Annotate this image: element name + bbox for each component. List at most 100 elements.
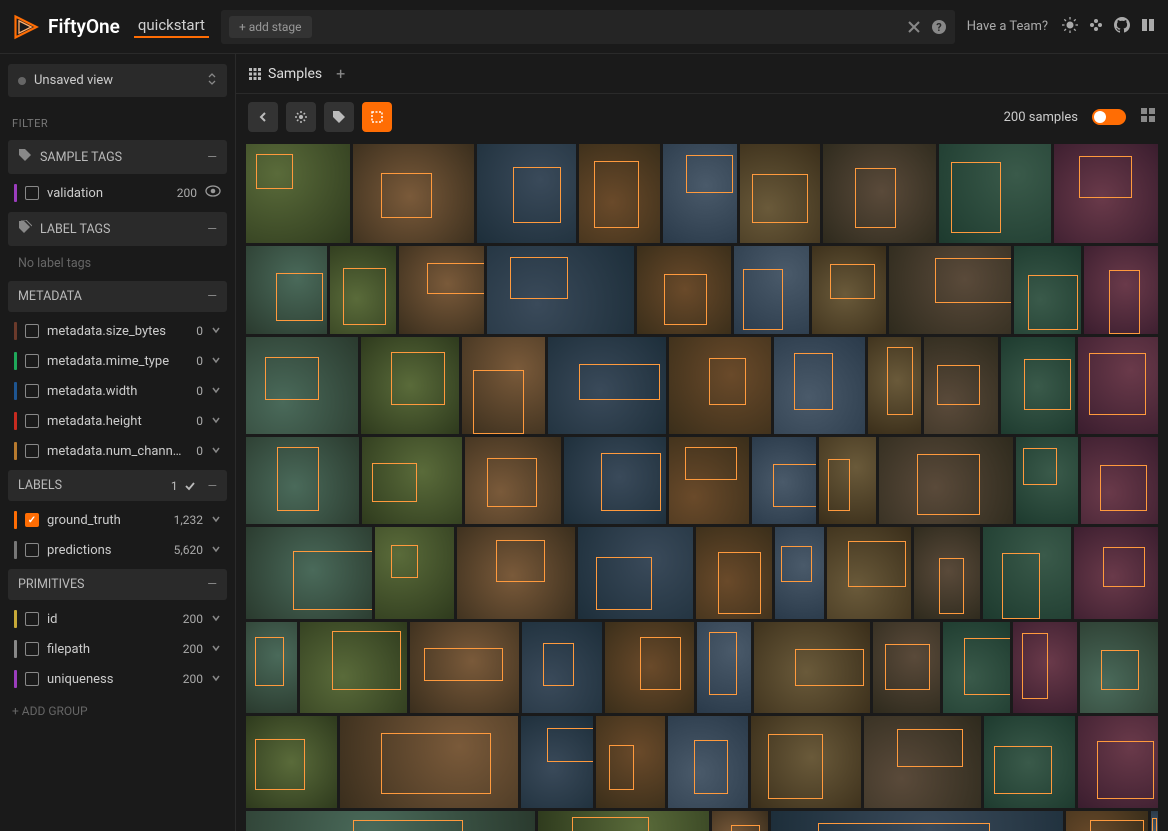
sample-thumbnail[interactable] bbox=[775, 527, 824, 619]
sample-thumbnail[interactable] bbox=[477, 144, 575, 243]
sample-thumbnail[interactable] bbox=[1074, 527, 1158, 619]
sample-thumbnail[interactable] bbox=[1016, 437, 1078, 524]
sample-thumbnail[interactable] bbox=[939, 144, 1051, 243]
chevron-down-icon[interactable] bbox=[211, 325, 221, 338]
sample-thumbnail[interactable] bbox=[538, 811, 709, 831]
sample-thumbnail[interactable] bbox=[246, 527, 372, 619]
dataset-tab[interactable]: quickstart bbox=[134, 16, 209, 38]
chevron-down-icon[interactable] bbox=[211, 643, 221, 656]
field-row[interactable]: metadata.height0 bbox=[8, 406, 227, 436]
sample-thumbnail[interactable] bbox=[579, 144, 660, 243]
checkbox[interactable] bbox=[25, 324, 39, 338]
sample-thumbnail[interactable] bbox=[462, 337, 545, 434]
chevron-down-icon[interactable] bbox=[211, 613, 221, 626]
sample-thumbnail[interactable] bbox=[669, 337, 771, 434]
sample-thumbnail[interactable] bbox=[1001, 337, 1074, 434]
sample-thumbnail[interactable] bbox=[246, 437, 359, 524]
sample-thumbnail[interactable] bbox=[754, 622, 870, 713]
sample-thumbnail[interactable] bbox=[1013, 622, 1078, 713]
checkbox[interactable] bbox=[25, 642, 39, 656]
sample-thumbnail[interactable] bbox=[353, 144, 474, 243]
sample-thumbnail[interactable] bbox=[637, 246, 732, 334]
team-link[interactable]: Have a Team? bbox=[967, 19, 1048, 34]
sample-thumbnail[interactable] bbox=[914, 527, 981, 619]
sample-thumbnail[interactable] bbox=[774, 337, 865, 434]
sample-thumbnail[interactable] bbox=[457, 527, 575, 619]
collapse-icon[interactable]: — bbox=[207, 222, 217, 237]
checkbox[interactable] bbox=[25, 384, 39, 398]
sample-thumbnail[interactable] bbox=[246, 716, 337, 808]
visibility-icon[interactable] bbox=[205, 185, 221, 201]
sample-thumbnail[interactable] bbox=[668, 716, 748, 808]
sample-thumbnail[interactable] bbox=[1014, 246, 1081, 334]
sample-thumbnail[interactable] bbox=[1078, 716, 1158, 808]
view-selector[interactable]: Unsaved view bbox=[8, 64, 227, 97]
sample-thumbnail[interactable] bbox=[246, 622, 297, 713]
sample-thumbnail[interactable] bbox=[340, 716, 518, 808]
stage-bar[interactable]: + add stage ? bbox=[221, 10, 955, 44]
sample-thumbnail[interactable] bbox=[596, 716, 666, 808]
sample-grid[interactable] bbox=[236, 140, 1168, 831]
field-row[interactable]: metadata.size_bytes0 bbox=[8, 316, 227, 346]
chevron-down-icon[interactable] bbox=[211, 355, 221, 368]
checkbox[interactable] bbox=[25, 612, 39, 626]
sample-thumbnail[interactable] bbox=[827, 527, 911, 619]
theme-icon[interactable] bbox=[1062, 17, 1078, 37]
field-row[interactable]: ground_truth1,232 bbox=[8, 505, 227, 535]
sample-thumbnail[interactable] bbox=[605, 622, 694, 713]
sample-thumbnail[interactable] bbox=[246, 811, 535, 831]
sample-thumbnail[interactable] bbox=[1151, 811, 1158, 831]
sample-thumbnail[interactable] bbox=[410, 622, 520, 713]
field-row[interactable]: metadata.mime_type0 bbox=[8, 346, 227, 376]
sample-thumbnail[interactable] bbox=[399, 246, 484, 334]
field-row[interactable]: id200 bbox=[8, 604, 227, 634]
sample-thumbnail[interactable] bbox=[465, 437, 561, 524]
label-tags-header[interactable]: LABEL TAGS — bbox=[8, 212, 227, 246]
sample-thumbnail[interactable] bbox=[300, 622, 407, 713]
add-tab-button[interactable]: + bbox=[336, 64, 345, 83]
patches-button[interactable] bbox=[362, 102, 392, 132]
checkbox[interactable] bbox=[25, 543, 39, 557]
docs-icon[interactable] bbox=[1140, 17, 1156, 37]
sample-thumbnail[interactable] bbox=[1066, 811, 1148, 831]
sample-thumbnail[interactable] bbox=[740, 144, 820, 243]
sample-thumbnail[interactable] bbox=[487, 246, 634, 334]
collapse-icon[interactable]: — bbox=[207, 289, 217, 304]
sample-thumbnail[interactable] bbox=[246, 246, 327, 334]
sample-thumbnail[interactable] bbox=[696, 527, 772, 619]
sample-thumbnail[interactable] bbox=[697, 622, 751, 713]
checkbox[interactable] bbox=[25, 354, 39, 368]
sample-thumbnail[interactable] bbox=[1054, 144, 1158, 243]
sample-thumbnail[interactable] bbox=[1078, 337, 1158, 434]
sample-thumbnail[interactable] bbox=[924, 337, 998, 434]
sample-thumbnail[interactable] bbox=[578, 527, 693, 619]
sample-thumbnail[interactable] bbox=[1080, 622, 1158, 713]
close-icon[interactable] bbox=[907, 20, 921, 34]
help-icon[interactable]: ? bbox=[931, 19, 947, 35]
chevron-down-icon[interactable] bbox=[211, 673, 221, 686]
labels-header[interactable]: LABELS 1 — bbox=[8, 470, 227, 501]
tab-samples[interactable]: Samples bbox=[248, 66, 322, 82]
sample-thumbnail[interactable] bbox=[873, 622, 940, 713]
sample-thumbnail[interactable] bbox=[663, 144, 737, 243]
chevron-down-icon[interactable] bbox=[211, 415, 221, 428]
field-row[interactable]: metadata.width0 bbox=[8, 376, 227, 406]
field-row[interactable]: metadata.num_channels0 bbox=[8, 436, 227, 466]
field-row[interactable]: validation200 bbox=[8, 178, 227, 208]
chevron-down-icon[interactable] bbox=[211, 445, 221, 458]
sample-thumbnail[interactable] bbox=[521, 716, 593, 808]
sample-thumbnail[interactable] bbox=[984, 716, 1075, 808]
sample-thumbnail[interactable] bbox=[734, 246, 808, 334]
checkbox[interactable] bbox=[25, 414, 39, 428]
settings-button[interactable] bbox=[286, 102, 316, 132]
add-stage-button[interactable]: + add stage bbox=[229, 16, 312, 38]
checkbox[interactable] bbox=[25, 444, 39, 458]
chevron-down-icon[interactable] bbox=[211, 514, 221, 527]
sample-thumbnail[interactable] bbox=[564, 437, 667, 524]
sample-thumbnail[interactable] bbox=[330, 246, 396, 334]
grid-toggle[interactable] bbox=[1092, 109, 1126, 125]
field-row[interactable]: filepath200 bbox=[8, 634, 227, 664]
sample-thumbnail[interactable] bbox=[1084, 246, 1158, 334]
github-icon[interactable] bbox=[1114, 17, 1130, 37]
sample-tags-header[interactable]: SAMPLE TAGS — bbox=[8, 140, 227, 174]
